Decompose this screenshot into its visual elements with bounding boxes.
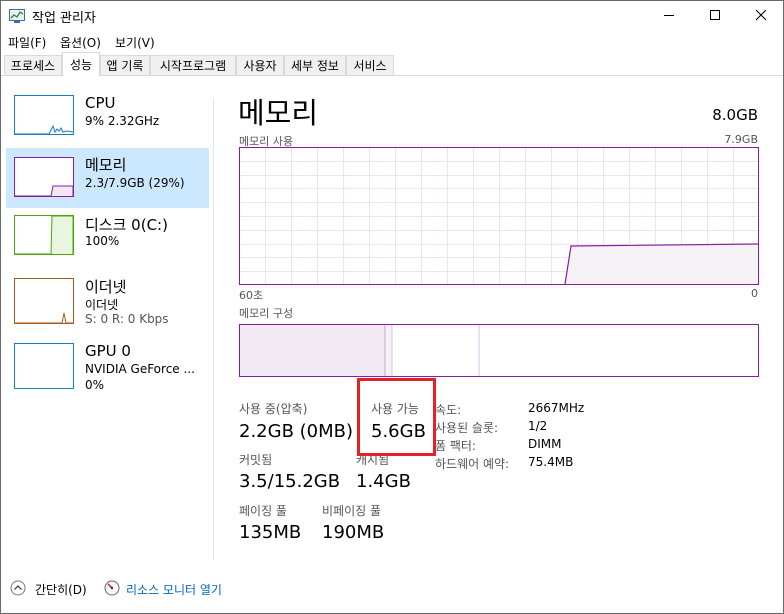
spec-speed-value: 2667MHz [528, 401, 585, 415]
committed-label: 커밋됨 [239, 453, 273, 467]
highlight-box [357, 378, 436, 456]
sidebar-item-subtitle: 100% [85, 234, 120, 248]
sidebar-item-ethernet[interactable]: 이더넷 이더넷 S: 0 R: 0 Kbps [6, 272, 209, 332]
sidebar-divider [213, 98, 214, 560]
sidebar-item-title: CPU [85, 94, 116, 112]
time-axis-right: 0 [751, 287, 758, 300]
open-resource-monitor-link[interactable]: 리소스 모니터 열기 [126, 581, 222, 598]
spec-slots-value: 1/2 [528, 419, 548, 433]
sidebar-item-subtitle: 9% 2.32GHz [85, 114, 160, 128]
close-icon [755, 9, 767, 21]
fewer-details-button[interactable]: 간단히(D) [35, 581, 87, 598]
sidebar-item-detail: S: 0 R: 0 Kbps [85, 312, 169, 326]
spec-hardware-reserved-label: 하드웨어 예약: [435, 457, 510, 471]
memory-composition-bar [239, 324, 759, 377]
tab-bar-divider [0, 75, 784, 76]
time-axis-left: 60초 [239, 289, 264, 302]
sidebar-item-memory[interactable]: 메모리 2.3/7.9GB (29%) [6, 148, 209, 208]
committed-value: 3.5/15.2GB [239, 471, 341, 492]
maximize-button[interactable] [692, 0, 738, 30]
tab-users[interactable]: 사용자 [236, 55, 284, 75]
menu-file[interactable]: 파일(F) [8, 34, 46, 51]
composition-graph-label: 메모리 구성 [239, 307, 294, 320]
total-memory: 8.0GB [712, 106, 758, 124]
nonpaged-pool-label: 비페이징 풀 [322, 504, 382, 518]
sidebar-item-title: 이더넷 [85, 278, 127, 296]
page-title: 메모리 [238, 96, 319, 130]
menu-view[interactable]: 보기(V) [115, 34, 155, 51]
close-button[interactable] [738, 0, 784, 30]
tab-startup[interactable]: 시작프로그램 [150, 55, 236, 75]
minimize-icon [664, 15, 674, 16]
sidebar-item-subtitle: 2.3/7.9GB (29%) [85, 176, 185, 190]
disk-thumbnail-graph [14, 215, 74, 255]
ethernet-thumbnail-graph [14, 278, 74, 324]
sidebar-item-detail: 0% [85, 378, 105, 392]
cpu-thumbnail-graph [14, 95, 74, 135]
sidebar-item-title: GPU 0 [85, 342, 131, 360]
sidebar-item-title: 디스크 0(C:) [85, 216, 168, 234]
sidebar-item-subtitle: NVIDIA GeForce ... [85, 362, 195, 376]
spec-form-factor-label: 폼 팩터: [435, 439, 476, 453]
sidebar-item-cpu[interactable]: CPU 9% 2.32GHz [6, 90, 209, 150]
sidebar-item-subtitle: 이더넷 [85, 298, 119, 312]
minimize-button[interactable] [646, 0, 692, 30]
usage-graph-max: 7.9GB [724, 133, 758, 146]
gpu-thumbnail-graph [14, 343, 74, 389]
tab-app-history[interactable]: 앱 기록 [100, 55, 150, 75]
resource-monitor-icon [104, 580, 120, 596]
spec-speed-label: 속도: [435, 403, 462, 417]
spec-hardware-reserved-value: 75.4MB [528, 455, 574, 469]
chevron-up-icon[interactable] [10, 580, 26, 596]
spec-slots-label: 사용된 슬롯: [435, 421, 499, 435]
sidebar-item-title: 메모리 [85, 156, 127, 174]
tab-processes[interactable]: 프로세스 [4, 55, 62, 75]
memory-usage-graph [239, 147, 759, 285]
paged-pool-label: 페이징 풀 [239, 504, 287, 518]
nonpaged-pool-value: 190MB [322, 522, 385, 543]
menu-options[interactable]: 옵션(O) [60, 34, 101, 51]
window-title: 작업 관리자 [32, 11, 96, 26]
tab-details[interactable]: 세부 정보 [284, 55, 346, 75]
spec-form-factor-value: DIMM [528, 437, 562, 451]
in-use-label: 사용 중(압축) [239, 402, 308, 416]
memory-thumbnail-graph [14, 157, 74, 197]
sidebar-item-gpu[interactable]: GPU 0 NVIDIA GeForce ... 0% [6, 338, 209, 398]
paged-pool-value: 135MB [239, 522, 302, 543]
sidebar-item-disk[interactable]: 디스크 0(C:) 100% [6, 210, 209, 270]
tab-services[interactable]: 서비스 [346, 55, 394, 75]
task-manager-app-icon [9, 8, 25, 23]
cached-value: 1.4GB [356, 471, 411, 492]
tab-performance[interactable]: 성능 [62, 52, 100, 76]
maximize-icon [710, 10, 720, 20]
in-use-value: 2.2GB (0MB) [239, 421, 354, 442]
